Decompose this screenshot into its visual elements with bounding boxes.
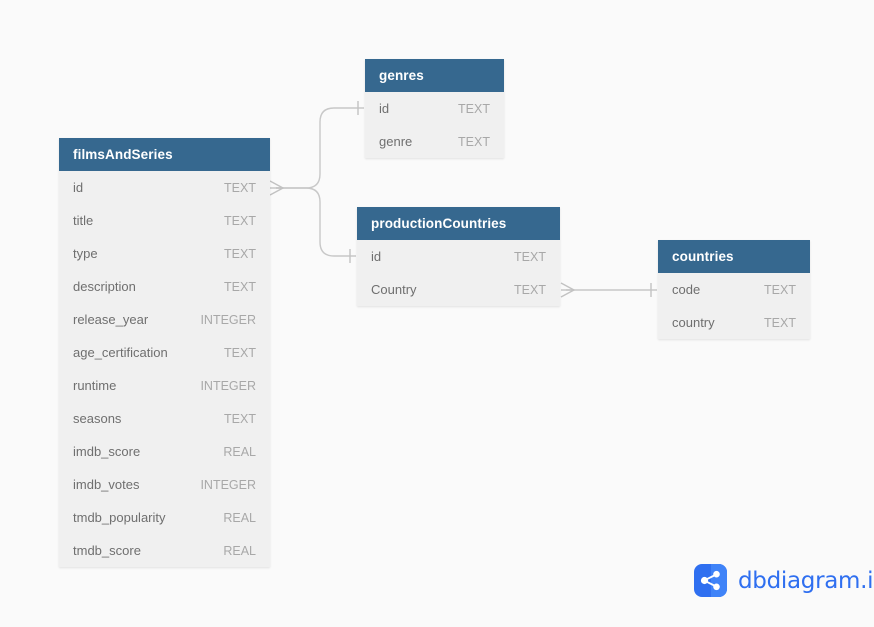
diagram-canvas[interactable]: filmsAndSeries id TEXT title TEXT type T… [0,0,874,627]
field-name: release_year [73,312,149,327]
table-header-productionCountries[interactable]: productionCountries [357,207,560,240]
field-name: id [371,249,382,264]
table-header-genres[interactable]: genres [365,59,504,92]
table-row[interactable]: code TEXT [658,273,810,306]
field-type: TEXT [224,279,256,294]
field-name: genre [379,134,413,149]
table-card-productionCountries[interactable]: productionCountries id TEXT Country TEXT [357,207,560,306]
relationship-filmsAndSeries-genres [276,107,364,189]
field-type: TEXT [458,101,490,116]
table-row[interactable]: title TEXT [59,204,270,237]
field-type: REAL [223,543,256,558]
table-row[interactable]: imdb_votes INTEGER [59,468,270,501]
field-type: TEXT [514,282,546,297]
field-type: TEXT [224,411,256,426]
field-name: id [73,180,84,195]
field-type: REAL [223,510,256,525]
table-row[interactable]: tmdb_score REAL [59,534,270,567]
table-row[interactable]: type TEXT [59,237,270,270]
field-name: age_certification [73,345,168,360]
field-name: Country [371,282,417,297]
brand-name: dbdiagram.io [738,567,874,594]
table-row[interactable]: imdb_score REAL [59,435,270,468]
table-card-countries[interactable]: countries code TEXT country TEXT [658,240,810,339]
field-name: seasons [73,411,122,426]
share-nodes-icon [694,564,727,597]
field-type: TEXT [764,315,796,330]
dbdiagram-watermark[interactable]: dbdiagram.io [694,564,874,597]
table-row[interactable]: id TEXT [357,240,560,273]
table-header-filmsAndSeries[interactable]: filmsAndSeries [59,138,270,171]
field-type: TEXT [458,134,490,149]
field-name: runtime [73,378,117,393]
field-name: country [672,315,715,330]
table-row[interactable]: id TEXT [365,92,504,125]
field-type: INTEGER [200,312,256,327]
table-row[interactable]: country TEXT [658,306,810,339]
crow-foot-marker-productionCountries [560,282,576,298]
field-type: INTEGER [200,477,256,492]
field-name: id [379,101,390,116]
table-row[interactable]: release_year INTEGER [59,303,270,336]
field-name: code [672,282,701,297]
table-row[interactable]: genre TEXT [365,125,504,158]
field-name: description [73,279,136,294]
field-type: INTEGER [200,378,256,393]
table-card-genres[interactable]: genres id TEXT genre TEXT [365,59,504,158]
table-row[interactable]: Country TEXT [357,273,560,306]
field-type: TEXT [514,249,546,264]
table-row[interactable]: description TEXT [59,270,270,303]
field-name: title [73,213,94,228]
table-header-countries[interactable]: countries [658,240,810,273]
field-name: imdb_score [73,444,141,459]
table-card-filmsAndSeries[interactable]: filmsAndSeries id TEXT title TEXT type T… [59,138,270,567]
field-type: TEXT [224,180,256,195]
field-name: type [73,246,98,261]
table-row[interactable]: id TEXT [59,171,270,204]
crow-foot-marker-filmsAndSeries [269,180,285,196]
field-type: TEXT [224,213,256,228]
field-type: TEXT [224,246,256,261]
table-row[interactable]: age_certification TEXT [59,336,270,369]
field-name: tmdb_score [73,543,141,558]
field-type: TEXT [224,345,256,360]
table-row[interactable]: runtime INTEGER [59,369,270,402]
field-name: tmdb_popularity [73,510,166,525]
relationship-filmsAndSeries-productionCountries [276,187,356,257]
table-row[interactable]: tmdb_popularity REAL [59,501,270,534]
field-type: REAL [223,444,256,459]
field-name: imdb_votes [73,477,140,492]
table-row[interactable]: seasons TEXT [59,402,270,435]
field-type: TEXT [764,282,796,297]
